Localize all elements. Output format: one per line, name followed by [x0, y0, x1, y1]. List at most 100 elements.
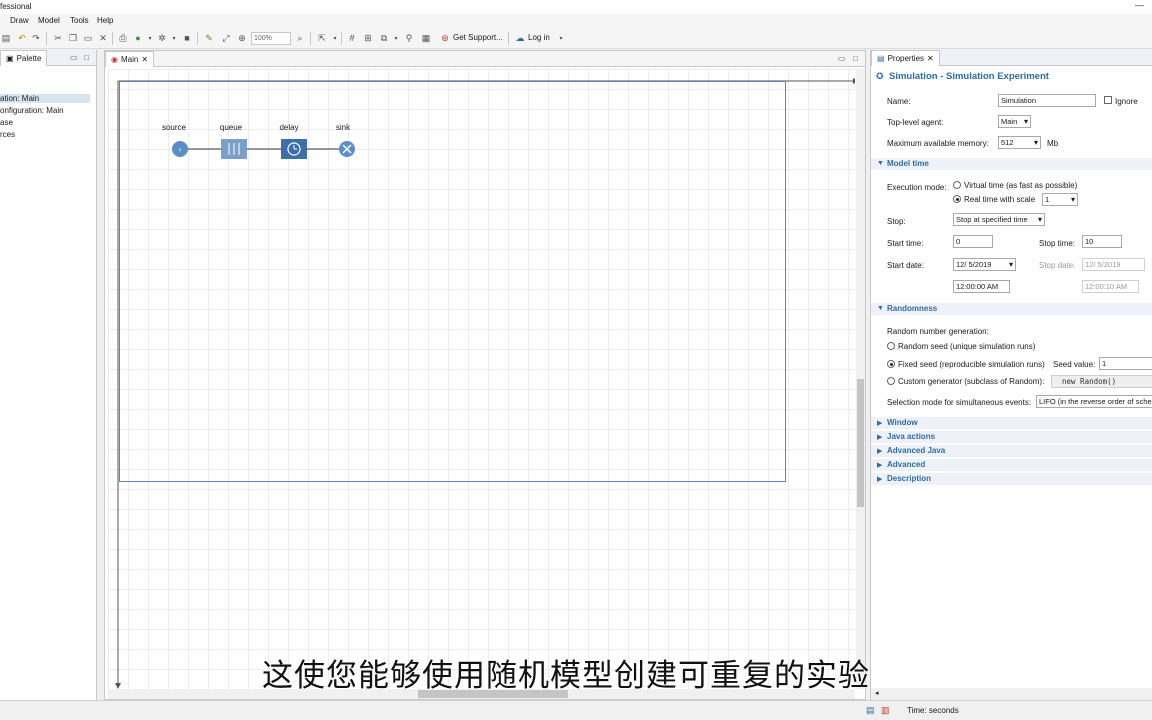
minimize-view-icon[interactable]: ▭ — [838, 54, 846, 63]
collapse-arrow-icon: ▶ — [877, 434, 883, 441]
problems-icon[interactable]: ▥ — [881, 705, 890, 716]
properties-title: Simulation - Simulation Experiment — [889, 71, 1049, 82]
collapse-arrow-icon: ▶ — [877, 420, 883, 427]
arrange-icon[interactable]: ⧉ — [378, 32, 390, 44]
section-randomness[interactable]: ▼ Randomness — [871, 303, 1152, 315]
section-window[interactable]: ▶ Window — [871, 417, 1152, 429]
login-dropdown-icon[interactable]: ▾ — [555, 32, 567, 44]
save-icon[interactable]: ▤ — [0, 32, 12, 44]
minimize-icon[interactable]: — — [1135, 0, 1144, 10]
fixed-seed-radio[interactable] — [887, 360, 895, 368]
close-tab-icon[interactable]: ✕ — [141, 55, 148, 67]
align-icon[interactable]: ⊞ — [362, 32, 374, 44]
scale-select[interactable]: 1 — [1042, 193, 1078, 206]
tree-item[interactable]: ation: Main — [0, 94, 90, 103]
magnifier-icon[interactable]: ⌕ — [294, 32, 306, 44]
title-bar: fessional — — [0, 0, 1152, 14]
name-field[interactable]: Simulation — [998, 94, 1096, 107]
clock-icon[interactable] — [281, 139, 307, 159]
menu-model[interactable]: Model — [38, 16, 60, 25]
section-advanced-java[interactable]: ▶ Advanced Java — [871, 445, 1152, 457]
rng-label: Random number generation: — [887, 327, 989, 336]
zoom-in-icon[interactable]: ⊕ — [236, 32, 248, 44]
redo-icon[interactable]: ↷ — [30, 32, 42, 44]
main-editor: ◉ Main ✕ ▭ □ source queue delay sink › — [104, 50, 866, 700]
menu-tools[interactable]: Tools — [70, 16, 89, 25]
virtual-time-radio[interactable] — [953, 181, 961, 189]
seed-value-field[interactable]: 1 — [1099, 357, 1152, 370]
build-icon[interactable]: ✎ — [203, 32, 215, 44]
database-icon[interactable]: ▦ — [420, 32, 432, 44]
start-time-field[interactable]: 0 — [953, 235, 993, 248]
support-icon[interactable]: ⊛ — [439, 32, 451, 44]
console-icon[interactable]: ▤ — [866, 705, 875, 716]
maximize-view-icon[interactable]: □ — [853, 54, 858, 63]
ignore-checkbox[interactable] — [1104, 96, 1112, 104]
tab-palette[interactable]: ▣ Palette — [0, 50, 48, 66]
custom-generator-radio[interactable] — [887, 377, 895, 385]
minimize-view-icon[interactable]: ▭ — [70, 53, 78, 62]
start-clock-field[interactable]: 12:00:00 AM — [953, 280, 1010, 293]
source-icon[interactable]: › — [172, 141, 188, 157]
tree-item[interactable]: ase — [0, 118, 13, 127]
stop-clock-field: 12:00:10 AM — [1082, 280, 1139, 293]
sink-icon[interactable] — [339, 141, 355, 157]
top-agent-select[interactable]: Main — [998, 115, 1031, 128]
debug-dropdown-icon[interactable]: ▾ — [168, 32, 180, 44]
status-bar: ▤ ▥ Time: seconds — [0, 700, 1152, 720]
cut-icon[interactable]: ✂ — [52, 32, 64, 44]
copy-icon[interactable]: ❐ — [67, 32, 79, 44]
properties-header: ✪ Simulation - Simulation Experiment — [871, 68, 1152, 85]
grid-icon[interactable]: # — [346, 32, 358, 44]
stop-icon[interactable]: ■ — [181, 32, 193, 44]
queue-icon[interactable] — [221, 139, 247, 159]
debug-icon[interactable]: ✲ — [156, 32, 168, 44]
run-icon[interactable]: ● — [132, 32, 144, 44]
pin-icon[interactable]: ⚲ — [403, 32, 415, 44]
run-dropdown-icon[interactable]: ▾ — [144, 32, 156, 44]
print-icon[interactable]: ⎙ — [117, 32, 129, 44]
tree-item[interactable]: rces — [0, 130, 15, 139]
scroll-left-icon[interactable]: ◂ — [875, 689, 879, 697]
random-seed-radio[interactable] — [887, 342, 895, 350]
random-seed-label: Random seed (unique simulation runs) — [898, 342, 1036, 351]
tree-item[interactable]: onfiguration: Main — [0, 106, 64, 115]
close-tab-icon[interactable]: ✕ — [927, 54, 934, 66]
login-button[interactable]: Log in — [528, 33, 550, 42]
start-date-picker[interactable]: 12/ 5/2019 — [953, 258, 1016, 271]
palette-icon: ▣ — [6, 54, 14, 63]
tab-main[interactable]: ◉ Main ✕ — [105, 51, 155, 67]
menu-help[interactable]: Help — [97, 16, 113, 25]
start-date-label: Start date: — [887, 261, 924, 270]
section-description[interactable]: ▶ Description — [871, 473, 1152, 485]
maximize-view-icon[interactable]: □ — [84, 53, 89, 62]
zoom-select[interactable]: 100% — [251, 32, 291, 45]
memory-select[interactable]: 512 — [998, 136, 1041, 149]
zoom-fit-icon[interactable]: ⤢ — [220, 32, 232, 44]
tab-palette-label: Palette — [16, 54, 42, 63]
section-advanced[interactable]: ▶ Advanced — [871, 459, 1152, 471]
menu-draw[interactable]: Draw — [10, 16, 29, 25]
memory-label: Maximum available memory: — [887, 139, 989, 148]
select-mode-icon[interactable]: ⇱ — [316, 32, 328, 44]
horizontal-scrollbar[interactable]: ◂ — [871, 688, 1152, 700]
custom-generator-label: Custom generator (subclass of Random): — [898, 377, 1045, 386]
expand-arrow-icon: ▼ — [877, 305, 884, 312]
select-dropdown-icon[interactable]: ▾ — [329, 32, 341, 44]
paste-icon[interactable]: ▭ — [82, 32, 94, 44]
real-time-radio[interactable] — [953, 195, 961, 203]
vertical-scrollbar[interactable] — [856, 69, 865, 689]
undo-icon[interactable]: ↶ — [16, 32, 28, 44]
diagram-canvas[interactable]: source queue delay sink › — [108, 69, 855, 689]
get-support-button[interactable]: Get Support... — [453, 33, 503, 42]
delete-icon[interactable]: ✕ — [97, 32, 109, 44]
section-java-actions[interactable]: ▶ Java actions — [871, 431, 1152, 443]
stop-select[interactable]: Stop at specified time — [953, 213, 1045, 226]
arrange-dropdown-icon[interactable]: ▾ — [390, 32, 402, 44]
stop-time-field[interactable]: 10 — [1082, 235, 1122, 248]
fixed-seed-label: Fixed seed (reproducible simulation runs… — [898, 360, 1045, 369]
cloud-icon[interactable]: ☁ — [514, 32, 526, 44]
section-model-time[interactable]: ▼ Model time — [871, 158, 1152, 170]
selection-mode-select[interactable]: LIFO (in the reverse order of sche — [1036, 395, 1152, 408]
tab-properties[interactable]: ▤ Properties ✕ — [871, 50, 940, 66]
